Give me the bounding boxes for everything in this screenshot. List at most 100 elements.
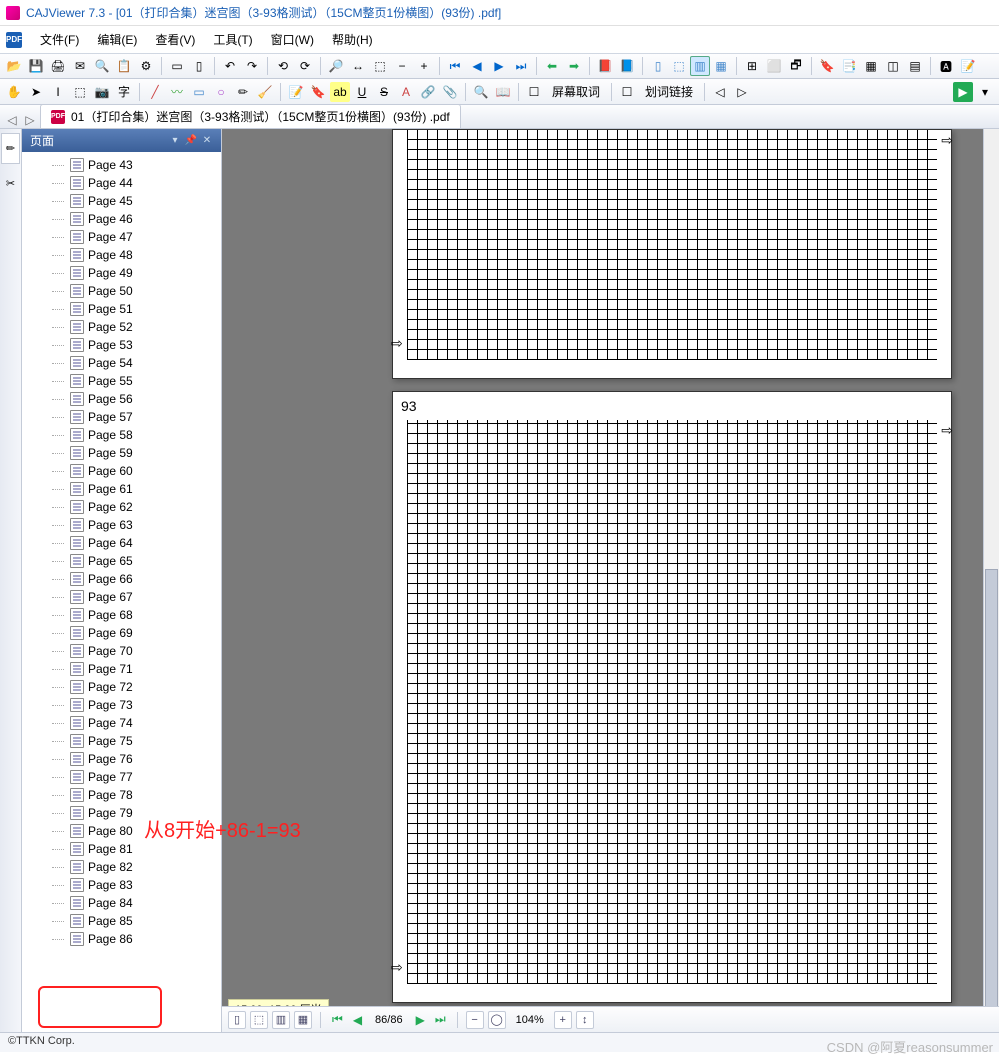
underline-icon[interactable]: U: [352, 82, 372, 102]
attach-icon[interactable]: 📎: [440, 82, 460, 102]
view-facing-icon[interactable]: ▥: [272, 1011, 290, 1029]
dict-icon[interactable]: 📖: [493, 82, 513, 102]
save-icon[interactable]: 💾: [26, 56, 46, 76]
page-tree-item[interactable]: Page 86: [22, 930, 221, 948]
mail-icon[interactable]: ✉: [70, 56, 90, 76]
grid-icon[interactable]: ⊞: [742, 56, 762, 76]
zoom-out-btn-icon[interactable]: −: [466, 1011, 484, 1029]
page-tree-item[interactable]: Page 64: [22, 534, 221, 552]
highlight-icon[interactable]: ab: [330, 82, 350, 102]
thumbs-icon[interactable]: ▦: [861, 56, 881, 76]
next-page-icon[interactable]: ▶: [489, 56, 509, 76]
page-tree-item[interactable]: Page 60: [22, 462, 221, 480]
undo-icon[interactable]: ↶: [220, 56, 240, 76]
menu-view[interactable]: 查看(V): [147, 28, 203, 51]
tab-next-icon[interactable]: ▷: [22, 112, 38, 128]
link-icon[interactable]: 🔗: [418, 82, 438, 102]
last-page-icon[interactable]: ⏭: [511, 56, 531, 76]
layers-icon[interactable]: ◫: [883, 56, 903, 76]
page-tree-item[interactable]: Page 72: [22, 678, 221, 696]
panel-dropdown-icon[interactable]: ▾: [169, 135, 181, 147]
page-tree-item[interactable]: Page 49: [22, 264, 221, 282]
menu-tools[interactable]: 工具(T): [205, 28, 260, 51]
view-cont-icon[interactable]: ⬚: [250, 1011, 268, 1029]
nav-fwd2-icon[interactable]: ▷: [732, 82, 752, 102]
eraser-icon[interactable]: 🧹: [255, 82, 275, 102]
first-page-icon[interactable]: ⏮: [445, 56, 465, 76]
zoom-reset-icon[interactable]: ◯: [488, 1011, 506, 1029]
zoom-in-btn-icon[interactable]: +: [554, 1011, 572, 1029]
zoom-page-icon[interactable]: ⬚: [370, 56, 390, 76]
page-tree-item[interactable]: Page 54: [22, 354, 221, 372]
page-tree-item[interactable]: Page 82: [22, 858, 221, 876]
page-tree-item[interactable]: Page 47: [22, 228, 221, 246]
note-icon[interactable]: 📝: [286, 82, 306, 102]
prev-icon[interactable]: ◀: [350, 1013, 365, 1027]
open-icon[interactable]: 📂: [4, 56, 24, 76]
page-tree-item[interactable]: Page 71: [22, 660, 221, 678]
page-tree-item[interactable]: Page 65: [22, 552, 221, 570]
zoom-fit-btn-icon[interactable]: ↕: [576, 1011, 594, 1029]
page-tree-item[interactable]: Page 48: [22, 246, 221, 264]
page-tree-item[interactable]: Page 55: [22, 372, 221, 390]
page-tree-item[interactable]: Page 53: [22, 336, 221, 354]
copy-icon[interactable]: 📋: [114, 56, 134, 76]
print-icon[interactable]: 🖨: [48, 56, 68, 76]
view-single-icon[interactable]: ▯: [228, 1011, 246, 1029]
camera-icon[interactable]: 📷: [92, 82, 112, 102]
page-tree-item[interactable]: Page 84: [22, 894, 221, 912]
page-tree-item[interactable]: Page 81: [22, 840, 221, 858]
pencil-icon[interactable]: ✏: [233, 82, 253, 102]
page-tree-item[interactable]: Page 67: [22, 588, 221, 606]
text-annot-icon[interactable]: A: [396, 82, 416, 102]
checkbox-pick-icon[interactable]: ☐: [524, 82, 544, 102]
page-tree-item[interactable]: Page 46: [22, 210, 221, 228]
find-icon[interactable]: 🔍: [471, 82, 491, 102]
panel-pin-icon[interactable]: 📌: [185, 135, 197, 147]
book2-icon[interactable]: 📘: [617, 56, 637, 76]
tile-icon[interactable]: ▤: [905, 56, 925, 76]
page-layout-icon[interactable]: ▭: [167, 56, 187, 76]
strikeout-icon[interactable]: S: [374, 82, 394, 102]
hand-icon[interactable]: ✋: [4, 82, 24, 102]
menu-edit[interactable]: 编辑(E): [89, 28, 145, 51]
page-tree-item[interactable]: Page 74: [22, 714, 221, 732]
page-tree-item[interactable]: Page 51: [22, 300, 221, 318]
menu-file[interactable]: 文件(F): [32, 28, 87, 51]
vertical-scrollbar[interactable]: [983, 129, 999, 1021]
page-tree-item[interactable]: Page 83: [22, 876, 221, 894]
dropdown-icon[interactable]: ▾: [975, 82, 995, 102]
nav-forward-icon[interactable]: ➡: [564, 56, 584, 76]
search-doc-icon[interactable]: 🔍: [92, 56, 112, 76]
tool-b-icon[interactable]: 📝: [958, 56, 978, 76]
page-tree-item[interactable]: Page 85: [22, 912, 221, 930]
image-select-icon[interactable]: ⬚: [70, 82, 90, 102]
rotate-left-icon[interactable]: ⟲: [273, 56, 293, 76]
toc-icon[interactable]: 📑: [839, 56, 859, 76]
page-tree-item[interactable]: Page 52: [22, 318, 221, 336]
next-icon[interactable]: ▶: [413, 1013, 428, 1027]
page-tree-item[interactable]: Page 61: [22, 480, 221, 498]
line-icon[interactable]: ╱: [145, 82, 165, 102]
cascade-icon[interactable]: 🗗: [786, 56, 806, 76]
zoom-in-icon[interactable]: +: [414, 56, 434, 76]
single-page-icon[interactable]: ▯: [648, 56, 668, 76]
page-tree-item[interactable]: Page 43: [22, 156, 221, 174]
continuous-icon[interactable]: ⬚: [669, 56, 689, 76]
sidebar-tab-pages[interactable]: ✏: [1, 133, 20, 164]
document-viewer[interactable]: ⇨ ⇨ 93 ⇨ ⇨ 15.00×15.00 厘米 ◂ ▸: [222, 129, 999, 1039]
nav-back-icon[interactable]: ⬅: [542, 56, 562, 76]
panel-close-icon[interactable]: ✕: [201, 135, 213, 147]
page-tree-item[interactable]: Page 56: [22, 390, 221, 408]
page-tree-item[interactable]: Page 79: [22, 804, 221, 822]
page-tree-item[interactable]: Page 50: [22, 282, 221, 300]
prev-page-icon[interactable]: ◀: [467, 56, 487, 76]
page-tree-item[interactable]: Page 69: [22, 624, 221, 642]
zoom-out-icon[interactable]: −: [392, 56, 412, 76]
go-icon[interactable]: ▶: [953, 82, 973, 102]
text-select-icon[interactable]: I: [48, 82, 68, 102]
page-tree-item[interactable]: Page 73: [22, 696, 221, 714]
rect-icon[interactable]: ▭: [189, 82, 209, 102]
page-tree-item[interactable]: Page 62: [22, 498, 221, 516]
page-tree-item[interactable]: Page 76: [22, 750, 221, 768]
